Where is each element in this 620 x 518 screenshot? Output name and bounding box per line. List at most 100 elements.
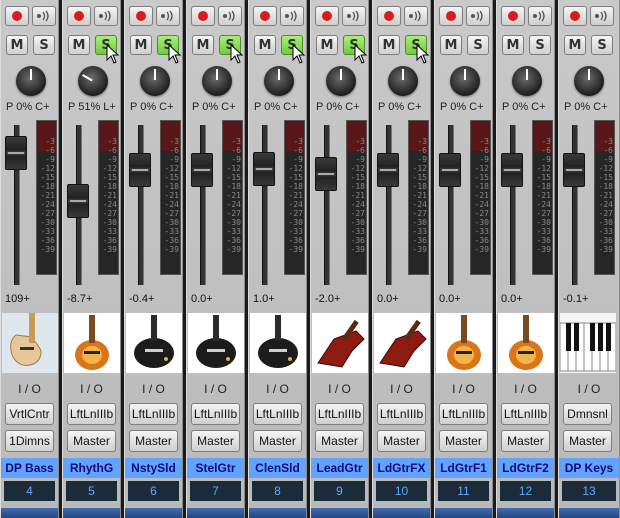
record-arm-button[interactable] <box>501 6 525 26</box>
input-monitor-button[interactable] <box>280 6 304 26</box>
volume-fader-handle[interactable] <box>439 153 461 187</box>
volume-fader-handle[interactable] <box>5 136 27 171</box>
input-selector[interactable]: LftLnIIIb <box>377 403 426 425</box>
input-selector[interactable]: LftLnIIIb <box>67 403 116 425</box>
output-selector[interactable]: Master <box>377 430 426 452</box>
record-arm-button[interactable] <box>67 6 91 26</box>
mute-button[interactable]: M <box>502 35 524 55</box>
level-meter: -3 -6 -9 -12 -15 -18 -21 -24 -27 -30 -33 -36 -39 <box>594 120 615 275</box>
track-name[interactable]: NstySld <box>125 458 182 478</box>
mute-button[interactable]: M <box>564 35 586 55</box>
input-monitor-button[interactable] <box>156 6 180 26</box>
input-selector[interactable]: LftLnIIIb <box>129 403 178 425</box>
track-name[interactable]: LdGtrF2 <box>497 458 554 478</box>
output-selector[interactable]: Master <box>439 430 488 452</box>
input-monitor-button[interactable] <box>218 6 242 26</box>
input-selector[interactable]: LftLnIIIb <box>501 403 550 425</box>
volume-fader-handle[interactable] <box>253 151 275 186</box>
pan-knob[interactable] <box>140 66 170 96</box>
input-selector[interactable]: LftLnIIIb <box>191 403 240 425</box>
volume-readout[interactable]: 109+ <box>5 293 30 305</box>
mute-button[interactable]: M <box>130 35 152 55</box>
record-arm-button[interactable] <box>129 6 153 26</box>
solo-button[interactable]: S <box>467 35 489 55</box>
track-number: 12 <box>500 481 551 501</box>
volume-readout[interactable]: 0.0+ <box>377 293 399 305</box>
volume-readout[interactable]: 0.0+ <box>191 293 213 305</box>
pan-knob[interactable] <box>326 66 356 96</box>
record-arm-button[interactable] <box>315 6 339 26</box>
track-number: 6 <box>128 481 179 501</box>
solo-button[interactable]: S <box>33 35 55 55</box>
input-selector[interactable]: LftLnIIIb <box>439 403 488 425</box>
track-name[interactable]: ClenSld <box>249 458 306 478</box>
volume-readout[interactable]: 0.0+ <box>501 293 523 305</box>
volume-fader-handle[interactable] <box>129 153 151 187</box>
volume-readout[interactable]: -8.7+ <box>67 293 92 305</box>
volume-fader-handle[interactable] <box>67 183 89 218</box>
output-selector[interactable]: Master <box>563 430 612 452</box>
mute-button[interactable]: M <box>440 35 462 55</box>
input-selector[interactable]: Dmnsnl <box>563 403 612 425</box>
volume-fader-handle[interactable] <box>563 153 585 187</box>
track-name[interactable]: DP Bass <box>1 458 58 478</box>
input-selector[interactable]: LftLnIIIb <box>315 403 364 425</box>
record-arm-button[interactable] <box>191 6 215 26</box>
record-arm-button[interactable] <box>439 6 463 26</box>
pan-knob[interactable] <box>16 66 46 96</box>
input-monitor-button[interactable] <box>32 6 56 26</box>
mute-button[interactable]: M <box>316 35 338 55</box>
track-name[interactable]: RhythG <box>63 458 120 478</box>
output-selector[interactable]: Master <box>315 430 364 452</box>
pan-knob[interactable] <box>78 66 108 96</box>
mute-button[interactable]: M <box>254 35 276 55</box>
volume-readout[interactable]: 0.0+ <box>439 293 461 305</box>
mute-button[interactable]: M <box>378 35 400 55</box>
mute-button[interactable]: M <box>68 35 90 55</box>
volume-readout[interactable]: -0.4+ <box>129 293 154 305</box>
track-image <box>64 313 120 373</box>
pan-knob[interactable] <box>202 66 232 96</box>
track-name[interactable]: StelGtr <box>187 458 244 478</box>
track-name[interactable]: LdGtrFX <box>373 458 430 478</box>
input-monitor-button[interactable] <box>466 6 490 26</box>
output-selector[interactable]: Master <box>253 430 302 452</box>
input-monitor-button[interactable] <box>342 6 366 26</box>
record-arm-button[interactable] <box>5 6 29 26</box>
track-name[interactable]: LdGtrF1 <box>435 458 492 478</box>
volume-fader-handle[interactable] <box>191 153 213 187</box>
input-selector[interactable]: VrtlCntr <box>5 403 54 425</box>
input-monitor-button[interactable] <box>590 6 614 26</box>
volume-readout[interactable]: 1.0+ <box>253 293 275 305</box>
input-monitor-button[interactable] <box>404 6 428 26</box>
input-selector[interactable]: LftLnIIIb <box>253 403 302 425</box>
pan-knob[interactable] <box>450 66 480 96</box>
mute-button[interactable]: M <box>6 35 28 55</box>
pan-knob[interactable] <box>388 66 418 96</box>
volume-readout[interactable]: -0.1+ <box>563 293 588 305</box>
mute-button[interactable]: M <box>192 35 214 55</box>
io-label: I / O <box>452 382 475 396</box>
input-monitor-button[interactable] <box>528 6 552 26</box>
output-selector[interactable]: Master <box>501 430 550 452</box>
output-selector[interactable]: Master <box>191 430 240 452</box>
pan-knob[interactable] <box>264 66 294 96</box>
pan-knob[interactable] <box>512 66 542 96</box>
output-selector[interactable]: 1Dimns <box>5 430 54 452</box>
volume-fader-handle[interactable] <box>315 157 337 192</box>
volume-readout[interactable]: -2.0+ <box>315 293 340 305</box>
output-selector[interactable]: Master <box>67 430 116 452</box>
solo-button[interactable]: S <box>591 35 613 55</box>
input-monitor-button[interactable] <box>94 6 118 26</box>
pan-knob[interactable] <box>574 66 604 96</box>
record-arm-button[interactable] <box>253 6 277 26</box>
track-name[interactable]: LeadGtr <box>311 458 368 478</box>
solo-button[interactable]: S <box>529 35 551 55</box>
output-selector[interactable]: Master <box>129 430 178 452</box>
record-arm-button[interactable] <box>377 6 401 26</box>
volume-fader-handle[interactable] <box>377 153 399 187</box>
record-arm-button[interactable] <box>563 6 587 26</box>
volume-fader-handle[interactable] <box>501 153 523 187</box>
strip-bottom-bar <box>187 508 244 518</box>
track-name[interactable]: DP Keys <box>559 458 619 478</box>
